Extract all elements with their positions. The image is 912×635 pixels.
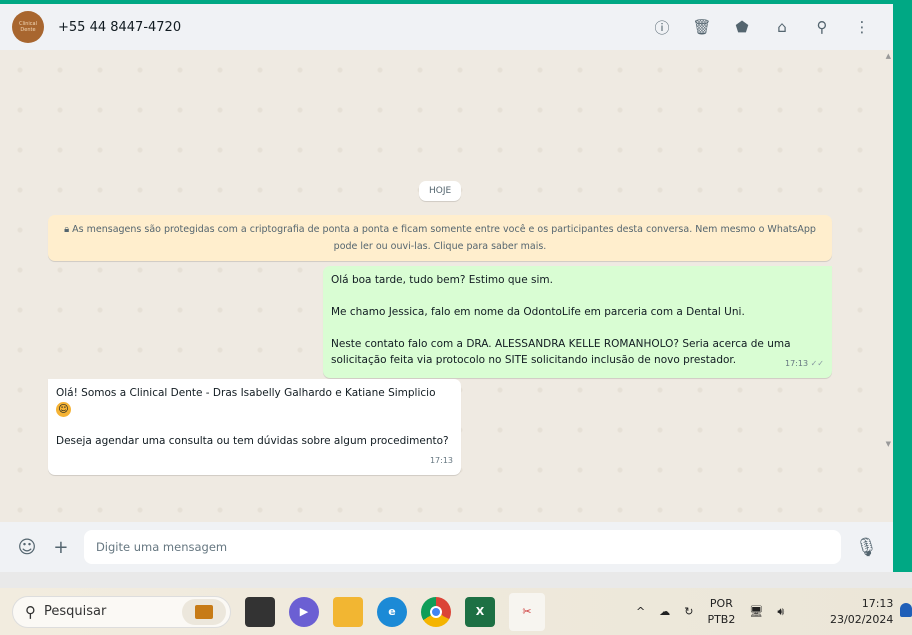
message-line: Me chamo Jessica, falo em nome da Odonto…	[331, 306, 745, 318]
trash-icon[interactable]: 🗑	[692, 18, 711, 36]
message-line	[331, 320, 824, 336]
file-explorer-icon[interactable]	[333, 596, 363, 627]
clock[interactable]: 17:13 23/02/2024	[830, 596, 893, 628]
snipping-tool-icon[interactable]: ✂	[509, 592, 545, 631]
clock-time: 17:13	[861, 597, 894, 610]
message-time: 17:13	[429, 456, 453, 465]
sync-icon[interactable]: ↻	[684, 605, 693, 618]
scrollbar-thumb[interactable]	[893, 60, 912, 90]
excel-icon[interactable]: X	[465, 596, 495, 627]
message-line	[331, 288, 824, 304]
taskbar-search[interactable]: ⚲ Pesquisar	[12, 595, 231, 628]
teams-icon[interactable]: ▶	[289, 596, 319, 627]
encryption-notice[interactable]: 🔒︎ As mensagens são protegidas com a cri…	[48, 215, 832, 261]
message-outgoing[interactable]: Olá boa tarde, tudo bem? Estimo que sim.…	[323, 266, 832, 378]
avatar-logo-text: Clinical Dente	[18, 21, 38, 33]
scroll-up-icon[interactable]: ▲	[886, 52, 891, 60]
scroll-down-icon[interactable]: ▼	[886, 440, 891, 448]
clock-date: 23/02/2024	[830, 613, 894, 626]
briefcase-icon	[182, 598, 226, 625]
taskbar-search-label: Pesquisar	[44, 604, 107, 619]
menu-icon[interactable]: ⋮	[853, 18, 871, 36]
message-input-placeholder: Digite uma mensagem	[95, 540, 228, 554]
microphone-icon[interactable]: 🎙︎	[855, 537, 878, 558]
notification-bell-icon[interactable]	[900, 603, 912, 617]
message-text: Deseja agendar uma consulta ou tem dúvid…	[56, 435, 449, 447]
scrollbar[interactable]	[893, 0, 912, 572]
taskbar: ⚲ Pesquisar ▶ e X ✂ ^ ☁ ↻ POR PTB2 🖥︎ 🔊︎ …	[0, 588, 912, 635]
store-icon[interactable]: ⌂	[773, 18, 791, 36]
message-meta: 17:13 ✓✓	[785, 356, 824, 372]
encryption-notice-text: As mensagens são protegidas com a cripto…	[72, 224, 816, 252]
double-check-icon: ✓✓	[810, 359, 824, 368]
keyboard-layout: PTB2	[707, 612, 736, 626]
chat-header: Clinical Dente +55 44 8447-4720 ⓘ 🗑 ⬟ ⌂ …	[0, 4, 893, 50]
label-icon[interactable]: ⬟	[733, 18, 751, 36]
date-divider: HOJE	[419, 181, 462, 201]
chevron-up-icon[interactable]: ^	[636, 605, 645, 618]
message-line: Olá! Somos a Clinical Dente - Dras Isabe…	[56, 385, 453, 417]
message-line	[56, 417, 453, 433]
search-icon: ⚲	[25, 602, 36, 621]
language-code: POR	[709, 596, 733, 610]
network-icon[interactable]: 🖥︎	[749, 605, 763, 618]
message-line: Neste contato falo com a DRA. ALESSANDRA…	[331, 336, 824, 368]
volume-icon[interactable]: 🔊︎	[777, 605, 784, 619]
contact-name[interactable]: +55 44 8447-4720	[58, 20, 181, 35]
language-indicator[interactable]: POR PTB2	[707, 596, 735, 628]
message-input[interactable]: Digite uma mensagem	[83, 530, 841, 564]
message-line: Olá boa tarde, tudo bem? Estimo que sim.	[331, 274, 553, 286]
smile-emoji-icon: ☺	[56, 401, 71, 417]
task-view-icon[interactable]	[245, 596, 275, 627]
search-icon[interactable]: ⚲	[813, 18, 831, 36]
message-incoming[interactable]: Olá! Somos a Clinical Dente - Dras Isabe…	[48, 379, 461, 475]
message-time: 17:13	[784, 359, 809, 368]
message-line: Deseja agendar uma consulta ou tem dúvid…	[56, 433, 453, 465]
message-text: Neste contato falo com a DRA. ALESSANDRA…	[331, 338, 791, 366]
chat-area: ▲ ▼ HOJE 🔒︎ As mensagens são protegidas …	[0, 50, 893, 522]
info-icon[interactable]: ⓘ	[653, 18, 671, 37]
plus-icon[interactable]: +	[50, 537, 72, 558]
message-text: Olá! Somos a Clinical Dente - Dras Isabe…	[56, 387, 436, 399]
emoji-icon[interactable]: ☺	[16, 537, 38, 558]
chrome-icon[interactable]	[421, 596, 451, 627]
cloud-off-icon[interactable]: ☁	[659, 605, 670, 618]
composer: ☺ + Digite uma mensagem 🎙︎	[0, 522, 893, 572]
lock-icon: 🔒︎	[64, 224, 73, 235]
avatar[interactable]: Clinical Dente	[12, 11, 44, 43]
edge-icon[interactable]: e	[377, 596, 407, 627]
